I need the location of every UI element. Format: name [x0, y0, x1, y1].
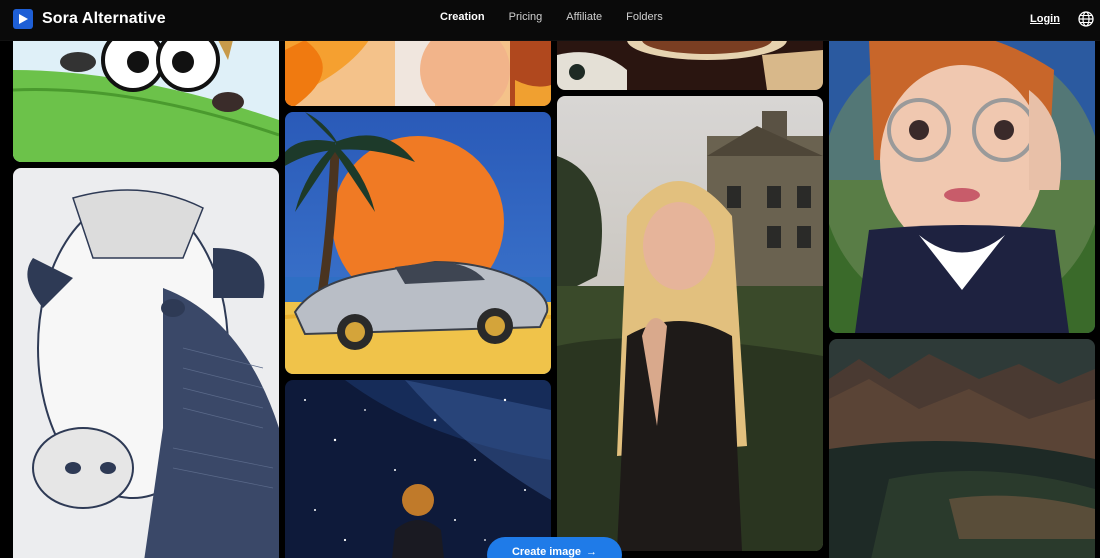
nav-item-folders[interactable]: Folders [626, 11, 663, 23]
create-image-label: Create image [511, 546, 582, 558]
login-link[interactable]: Login [1030, 13, 1060, 25]
globe-icon[interactable] [1078, 11, 1094, 27]
gallery-image-retro-sunset-car[interactable] [285, 112, 551, 374]
gallery-image-mountain-landscape[interactable] [829, 339, 1095, 558]
gallery-image-engraved-cow[interactable] [13, 168, 279, 558]
gallery-image-cartoon-cat[interactable] [13, 30, 279, 162]
brand-name: Sora Alternative [42, 10, 166, 27]
top-navigation-bar: Sora Alternative Creation Pricing Affili… [0, 0, 1100, 41]
logo-play-icon [13, 9, 33, 29]
main-nav: Creation Pricing Affiliate Folders [440, 11, 687, 23]
arrow-right-icon: → [586, 546, 598, 558]
brand[interactable]: Sora Alternative [13, 9, 166, 29]
nav-item-pricing[interactable]: Pricing [509, 11, 543, 23]
create-image-button[interactable]: Create image → [487, 537, 622, 558]
gallery-image-blonde-woman-manor[interactable] [557, 96, 823, 551]
gallery-image-starry-night-child[interactable] [285, 380, 551, 558]
gallery-image-orange-still-life[interactable] [285, 30, 551, 106]
gallery-image-fisheye-girl-glasses[interactable] [829, 30, 1095, 333]
nav-item-creation[interactable]: Creation [440, 11, 485, 23]
nav-item-affiliate[interactable]: Affiliate [566, 11, 602, 23]
